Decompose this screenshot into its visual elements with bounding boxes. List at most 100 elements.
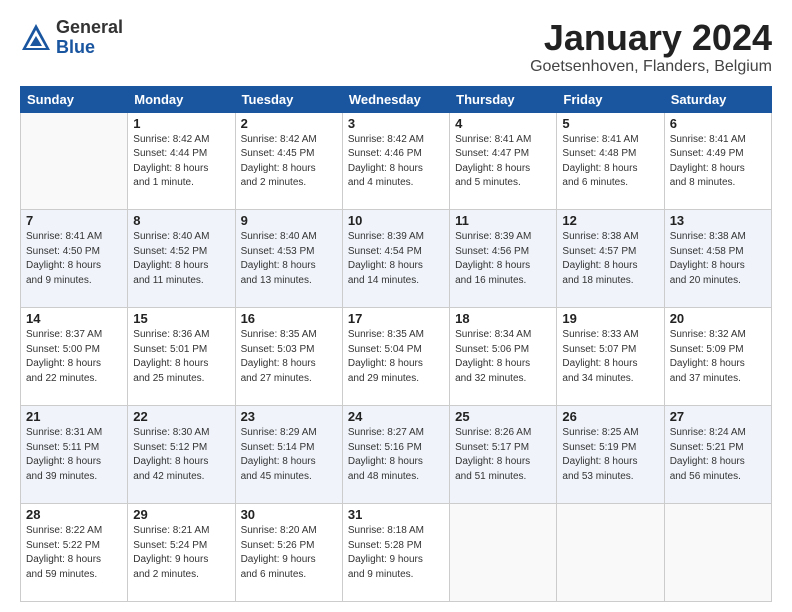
calendar-header-thursday: Thursday <box>450 86 557 112</box>
calendar-day-cell: 24 Sunrise: 8:27 AM Sunset: 5:16 PM Dayli… <box>342 406 449 504</box>
day-number: 19 <box>562 311 658 326</box>
calendar-day-cell: 9 Sunrise: 8:40 AM Sunset: 4:53 PM Daylig… <box>235 210 342 308</box>
day-number: 20 <box>670 311 766 326</box>
calendar-day-cell: 21Sunrise: 8:31 AM Sunset: 5:11 PM Dayli… <box>21 406 128 504</box>
calendar-day-cell <box>557 504 664 602</box>
day-info: Sunrise: 8:42 AM Sunset: 4:46 PM Dayligh… <box>348 133 444 191</box>
day-number: 15 <box>133 311 229 326</box>
calendar-day-cell: 30 Sunrise: 8:20 AM Sunset: 5:26 PM Dayli… <box>235 504 342 602</box>
calendar-week-row: 21Sunrise: 8:31 AM Sunset: 5:11 PM Dayli… <box>21 406 772 504</box>
calendar-day-cell: 10 Sunrise: 8:39 AM Sunset: 4:54 PM Dayli… <box>342 210 449 308</box>
day-info: Sunrise: 8:35 AM Sunset: 5:04 PM Dayligh… <box>348 328 444 386</box>
day-info: Sunrise: 8:41 AM Sunset: 4:49 PM Dayligh… <box>670 133 766 191</box>
calendar-day-cell <box>664 504 771 602</box>
calendar-header-row: SundayMondayTuesdayWednesdayThursdayFrid… <box>21 86 772 112</box>
day-number: 31 <box>348 507 444 522</box>
day-info: Sunrise: 8:40 AM Sunset: 4:52 PM Dayligh… <box>133 230 229 288</box>
day-number: 11 <box>455 213 551 228</box>
calendar-table: SundayMondayTuesdayWednesdayThursdayFrid… <box>20 86 772 602</box>
day-number: 18 <box>455 311 551 326</box>
day-info: Sunrise: 8:37 AM Sunset: 5:00 PM Dayligh… <box>26 328 122 386</box>
day-number: 4 <box>455 116 551 131</box>
day-info: Sunrise: 8:38 AM Sunset: 4:57 PM Dayligh… <box>562 230 658 288</box>
calendar-day-cell: 27Sunrise: 8:24 AM Sunset: 5:21 PM Dayli… <box>664 406 771 504</box>
calendar-day-cell: 20 Sunrise: 8:32 AM Sunset: 5:09 PM Dayli… <box>664 308 771 406</box>
day-number: 16 <box>241 311 337 326</box>
day-number: 14 <box>26 311 122 326</box>
calendar-day-cell <box>450 504 557 602</box>
calendar-day-cell: 2 Sunrise: 8:42 AM Sunset: 4:45 PM Daylig… <box>235 112 342 210</box>
day-info: Sunrise: 8:29 AM Sunset: 5:14 PM Dayligh… <box>241 426 337 484</box>
calendar-header-friday: Friday <box>557 86 664 112</box>
day-info: Sunrise: 8:42 AM Sunset: 4:45 PM Dayligh… <box>241 133 337 191</box>
day-number: 7 <box>26 213 122 228</box>
calendar-day-cell: 11 Sunrise: 8:39 AM Sunset: 4:56 PM Dayli… <box>450 210 557 308</box>
calendar-header-saturday: Saturday <box>664 86 771 112</box>
calendar-day-cell: 26 Sunrise: 8:25 AM Sunset: 5:19 PM Dayli… <box>557 406 664 504</box>
logo-blue-text: Blue <box>56 38 123 58</box>
calendar-day-cell: 23 Sunrise: 8:29 AM Sunset: 5:14 PM Dayli… <box>235 406 342 504</box>
day-info: Sunrise: 8:40 AM Sunset: 4:53 PM Dayligh… <box>241 230 337 288</box>
day-number: 5 <box>562 116 658 131</box>
calendar-header-sunday: Sunday <box>21 86 128 112</box>
day-info: Sunrise: 8:39 AM Sunset: 4:54 PM Dayligh… <box>348 230 444 288</box>
day-number: 23 <box>241 409 337 424</box>
day-number: 2 <box>241 116 337 131</box>
day-info: Sunrise: 8:20 AM Sunset: 5:26 PM Dayligh… <box>241 524 337 582</box>
day-info: Sunrise: 8:27 AM Sunset: 5:16 PM Dayligh… <box>348 426 444 484</box>
day-number: 3 <box>348 116 444 131</box>
day-number: 6 <box>670 116 766 131</box>
day-number: 22 <box>133 409 229 424</box>
day-info: Sunrise: 8:36 AM Sunset: 5:01 PM Dayligh… <box>133 328 229 386</box>
calendar-day-cell: 19 Sunrise: 8:33 AM Sunset: 5:07 PM Dayli… <box>557 308 664 406</box>
calendar-day-cell <box>21 112 128 210</box>
day-info: Sunrise: 8:39 AM Sunset: 4:56 PM Dayligh… <box>455 230 551 288</box>
logo-text: General Blue <box>56 18 123 58</box>
day-info: Sunrise: 8:42 AM Sunset: 4:44 PM Dayligh… <box>133 133 229 191</box>
day-info: Sunrise: 8:31 AM Sunset: 5:11 PM Dayligh… <box>26 426 122 484</box>
day-number: 30 <box>241 507 337 522</box>
day-number: 26 <box>562 409 658 424</box>
day-number: 12 <box>562 213 658 228</box>
logo-general-text: General <box>56 18 123 38</box>
day-number: 25 <box>455 409 551 424</box>
day-info: Sunrise: 8:34 AM Sunset: 5:06 PM Dayligh… <box>455 328 551 386</box>
title-block: January 2024 Goetsenhoven, Flanders, Bel… <box>530 18 772 76</box>
day-number: 27 <box>670 409 766 424</box>
calendar-day-cell: 28Sunrise: 8:22 AM Sunset: 5:22 PM Dayli… <box>21 504 128 602</box>
calendar-day-cell: 5 Sunrise: 8:41 AM Sunset: 4:48 PM Daylig… <box>557 112 664 210</box>
day-number: 29 <box>133 507 229 522</box>
day-info: Sunrise: 8:18 AM Sunset: 5:28 PM Dayligh… <box>348 524 444 582</box>
day-info: Sunrise: 8:35 AM Sunset: 5:03 PM Dayligh… <box>241 328 337 386</box>
calendar-day-cell: 29Sunrise: 8:21 AM Sunset: 5:24 PM Dayli… <box>128 504 235 602</box>
day-number: 8 <box>133 213 229 228</box>
calendar-header-wednesday: Wednesday <box>342 86 449 112</box>
calendar-day-cell: 15 Sunrise: 8:36 AM Sunset: 5:01 PM Dayli… <box>128 308 235 406</box>
day-info: Sunrise: 8:32 AM Sunset: 5:09 PM Dayligh… <box>670 328 766 386</box>
calendar-day-cell: 8 Sunrise: 8:40 AM Sunset: 4:52 PM Daylig… <box>128 210 235 308</box>
day-number: 1 <box>133 116 229 131</box>
day-number: 24 <box>348 409 444 424</box>
calendar-week-row: 7Sunrise: 8:41 AM Sunset: 4:50 PM Daylig… <box>21 210 772 308</box>
calendar-day-cell: 22Sunrise: 8:30 AM Sunset: 5:12 PM Dayli… <box>128 406 235 504</box>
month-title: January 2024 <box>530 18 772 58</box>
day-info: Sunrise: 8:25 AM Sunset: 5:19 PM Dayligh… <box>562 426 658 484</box>
calendar-day-cell: 13Sunrise: 8:38 AM Sunset: 4:58 PM Dayli… <box>664 210 771 308</box>
calendar-week-row: 28Sunrise: 8:22 AM Sunset: 5:22 PM Dayli… <box>21 504 772 602</box>
calendar-day-cell: 4 Sunrise: 8:41 AM Sunset: 4:47 PM Daylig… <box>450 112 557 210</box>
calendar-header-tuesday: Tuesday <box>235 86 342 112</box>
logo: General Blue <box>20 18 123 58</box>
day-info: Sunrise: 8:33 AM Sunset: 5:07 PM Dayligh… <box>562 328 658 386</box>
calendar-day-cell: 16 Sunrise: 8:35 AM Sunset: 5:03 PM Dayli… <box>235 308 342 406</box>
day-number: 9 <box>241 213 337 228</box>
day-info: Sunrise: 8:41 AM Sunset: 4:48 PM Dayligh… <box>562 133 658 191</box>
header: General Blue January 2024 Goetsenhoven, … <box>20 18 772 76</box>
day-info: Sunrise: 8:41 AM Sunset: 4:47 PM Dayligh… <box>455 133 551 191</box>
day-number: 10 <box>348 213 444 228</box>
calendar-week-row: 1 Sunrise: 8:42 AM Sunset: 4:44 PM Daylig… <box>21 112 772 210</box>
calendar-day-cell: 17 Sunrise: 8:35 AM Sunset: 5:04 PM Dayli… <box>342 308 449 406</box>
page: General Blue January 2024 Goetsenhoven, … <box>0 0 792 612</box>
calendar-day-cell: 1 Sunrise: 8:42 AM Sunset: 4:44 PM Daylig… <box>128 112 235 210</box>
calendar-day-cell: 25Sunrise: 8:26 AM Sunset: 5:17 PM Dayli… <box>450 406 557 504</box>
day-number: 17 <box>348 311 444 326</box>
